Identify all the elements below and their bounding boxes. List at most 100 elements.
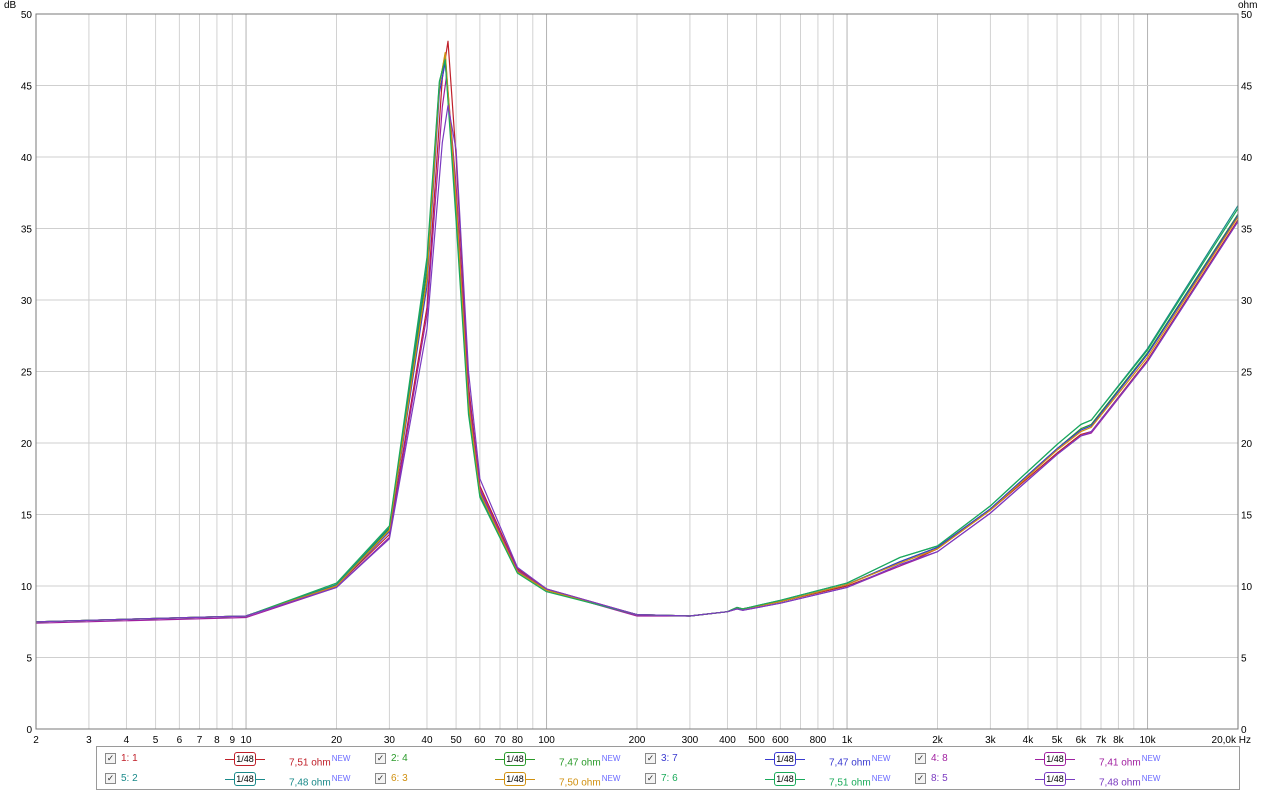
x-tick-label: 2 <box>33 735 39 745</box>
y-tick-label-right: 5 <box>1241 654 1247 665</box>
legend-item-7: ✓ 7: 6 1/48 7,51 ohmNEW <box>645 771 905 788</box>
legend-series-name: 7: 6 <box>661 773 678 784</box>
smoothing-button[interactable]: 1/48 <box>225 772 265 786</box>
y-axis-left: 0 5 10 15 20 25 30 35 40 45 50 <box>21 10 33 736</box>
x-tick-label: 40 <box>421 735 433 745</box>
y-tick-label-left: 5 <box>26 654 32 665</box>
legend-series-value: 7,48 ohmNEW <box>289 774 351 789</box>
x-tick-label: 6 <box>177 735 183 745</box>
smoothing-button[interactable]: 1/48 <box>765 752 805 766</box>
legend-series-name: 6: 3 <box>391 773 408 784</box>
smoothing-button[interactable]: 1/48 <box>495 772 535 786</box>
x-tick-label: 9 <box>230 735 236 745</box>
legend-item-2: ✓ 2: 4 1/48 7,47 ohmNEW <box>375 751 635 768</box>
legend-checkbox-7[interactable]: ✓ <box>645 773 656 784</box>
x-tick-label: 400 <box>719 735 736 745</box>
smoothing-label: 1/48 <box>234 772 256 786</box>
legend-item-3: ✓ 3: 7 1/48 7,47 ohmNEW <box>645 751 905 768</box>
new-badge: NEW <box>601 754 621 763</box>
y-tick-label-left: 25 <box>21 368 33 379</box>
legend-series-name: 4: 8 <box>931 753 948 764</box>
x-tick-label: 20,0k Hz <box>1212 735 1251 745</box>
legend-checkbox-1[interactable]: ✓ <box>105 753 116 764</box>
y-tick-label-left: 15 <box>21 511 33 522</box>
y-tick-label-left: 50 <box>21 10 33 21</box>
smoothing-label: 1/48 <box>774 752 796 766</box>
x-tick-label: 200 <box>629 735 646 745</box>
legend-checkbox-3[interactable]: ✓ <box>645 753 656 764</box>
legend-series-value: 7,51 ohmNEW <box>289 754 351 769</box>
y-tick-label-right: 20 <box>1241 439 1253 450</box>
x-tick-label: 7 <box>197 735 203 745</box>
legend-series-name: 5: 2 <box>121 773 138 784</box>
x-tick-label: 6k <box>1076 735 1088 745</box>
new-badge: NEW <box>1141 754 1161 763</box>
smoothing-label: 1/48 <box>504 772 526 786</box>
x-tick-label: 4 <box>124 735 130 745</box>
smoothing-button[interactable]: 1/48 <box>495 752 535 766</box>
smoothing-button[interactable]: 1/48 <box>765 772 805 786</box>
x-tick-label: 8k <box>1113 735 1125 745</box>
x-tick-label: 60 <box>474 735 486 745</box>
legend-item-4: ✓ 4: 8 1/48 7,41 ohmNEW <box>915 751 1175 768</box>
x-tick-label: 50 <box>451 735 463 745</box>
y-tick-label-right: 35 <box>1241 225 1253 236</box>
legend-series-name: 2: 4 <box>391 753 408 764</box>
legend-series-value: 7,47 ohmNEW <box>559 754 621 769</box>
y-tick-label-left: 45 <box>21 82 33 93</box>
legend-item-6: ✓ 6: 3 1/48 7,50 ohmNEW <box>375 771 635 788</box>
x-tick-label: 20 <box>331 735 343 745</box>
x-tick-label: 5 <box>153 735 159 745</box>
smoothing-button[interactable]: 1/48 <box>1035 772 1075 786</box>
legend-series-value: 7,47 ohmNEW <box>829 754 891 769</box>
y-tick-label-right: 50 <box>1241 10 1253 21</box>
new-badge: NEW <box>871 774 891 783</box>
y-tick-label-left: 30 <box>21 296 33 307</box>
legend-series-name: 3: 7 <box>661 753 678 764</box>
y-tick-label-right: 15 <box>1241 511 1253 522</box>
y-tick-label-left: 0 <box>26 725 32 736</box>
x-tick-label: 7k <box>1096 735 1108 745</box>
new-badge: NEW <box>331 754 351 763</box>
x-tick-label: 80 <box>512 735 524 745</box>
smoothing-button[interactable]: 1/48 <box>1035 752 1075 766</box>
y-tick-label-right: 25 <box>1241 368 1253 379</box>
x-tick-label: 1k <box>842 735 854 745</box>
x-tick-label: 4k <box>1023 735 1035 745</box>
legend-item-8: ✓ 8: 5 1/48 7,48 ohmNEW <box>915 771 1175 788</box>
y-tick-label-left: 10 <box>21 582 33 593</box>
x-tick-label: 10 <box>240 735 252 745</box>
legend-item-1: ✓ 1: 1 1/48 7,51 ohmNEW <box>105 751 365 768</box>
smoothing-label: 1/48 <box>504 752 526 766</box>
x-tick-label: 500 <box>748 735 765 745</box>
x-tick-label: 70 <box>494 735 506 745</box>
legend-series-value: 7,50 ohmNEW <box>559 774 621 789</box>
legend-series-value: 7,41 ohmNEW <box>1099 754 1161 769</box>
impedance-chart[interactable]: 05101520253035404550 0510152025303540455… <box>0 0 1280 745</box>
smoothing-button[interactable]: 1/48 <box>225 752 265 766</box>
x-tick-label: 300 <box>682 735 699 745</box>
new-badge: NEW <box>1141 774 1161 783</box>
y-tick-label-right: 10 <box>1241 582 1253 593</box>
legend-series-name: 8: 5 <box>931 773 948 784</box>
legend-checkbox-8[interactable]: ✓ <box>915 773 926 784</box>
y-tick-label-right: 40 <box>1241 153 1253 164</box>
smoothing-label: 1/48 <box>1044 772 1066 786</box>
chart-grid <box>35 13 1239 730</box>
x-tick-label: 100 <box>538 735 555 745</box>
new-badge: NEW <box>871 754 891 763</box>
x-tick-label: 5k <box>1052 735 1064 745</box>
new-badge: NEW <box>331 774 351 783</box>
legend-panel: ✓ 1: 1 1/48 7,51 ohmNEW ✓ 2: 4 1/48 7,47 ohmNEW… <box>96 746 1240 790</box>
legend-checkbox-5[interactable]: ✓ <box>105 773 116 784</box>
x-tick-label: 3 <box>86 735 92 745</box>
legend-checkbox-4[interactable]: ✓ <box>915 753 926 764</box>
smoothing-label: 1/48 <box>234 752 256 766</box>
y-axis-left-unit: dB <box>4 0 17 11</box>
legend-checkbox-6[interactable]: ✓ <box>375 773 386 784</box>
legend-checkbox-2[interactable]: ✓ <box>375 753 386 764</box>
x-tick-label: 800 <box>810 735 827 745</box>
legend-series-name: 1: 1 <box>121 753 138 764</box>
legend-series-value: 7,48 ohmNEW <box>1099 774 1161 789</box>
x-tick-label: 10k <box>1139 735 1156 745</box>
